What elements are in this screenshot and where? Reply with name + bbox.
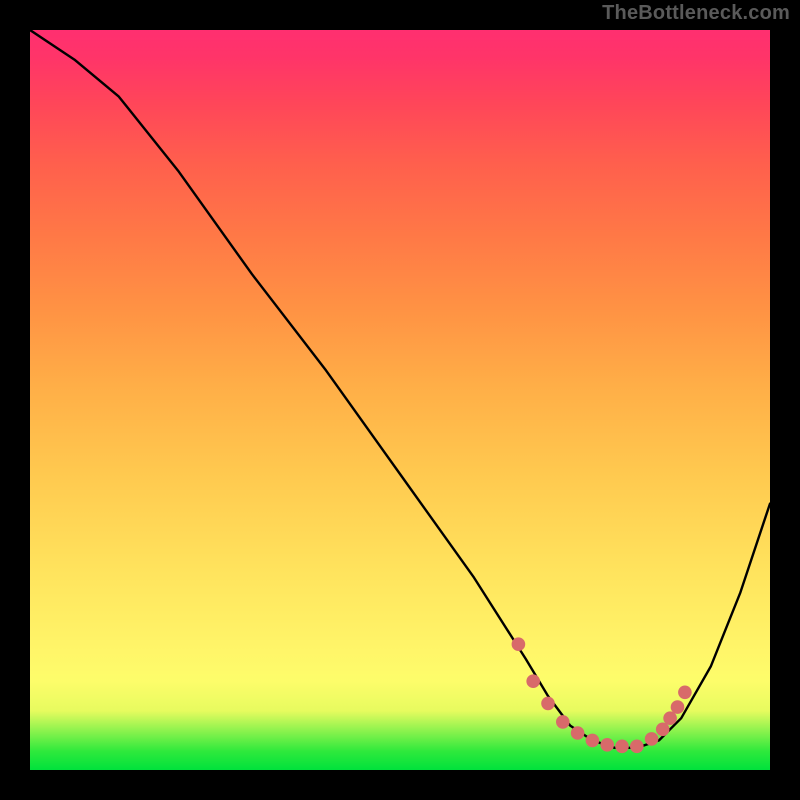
highlight-dot <box>671 700 685 714</box>
plot-area <box>30 30 770 770</box>
highlight-dot <box>663 711 677 725</box>
highlight-dot <box>541 697 555 711</box>
highlight-dot <box>556 715 570 729</box>
highlight-dot <box>645 732 659 746</box>
highlight-dot <box>600 738 614 752</box>
highlight-dot <box>678 686 692 700</box>
highlight-dot <box>571 726 585 740</box>
bottleneck-curve <box>30 30 770 748</box>
highlight-dot <box>656 723 670 737</box>
highlight-dot <box>615 740 629 754</box>
chart-stage: TheBottleneck.com <box>0 0 800 800</box>
highlight-dot <box>512 637 526 651</box>
watermark-text: TheBottleneck.com <box>602 2 790 25</box>
highlight-dot <box>526 674 540 688</box>
curve-layer <box>30 30 770 770</box>
highlight-dot <box>630 740 644 754</box>
highlight-dot <box>586 734 600 748</box>
